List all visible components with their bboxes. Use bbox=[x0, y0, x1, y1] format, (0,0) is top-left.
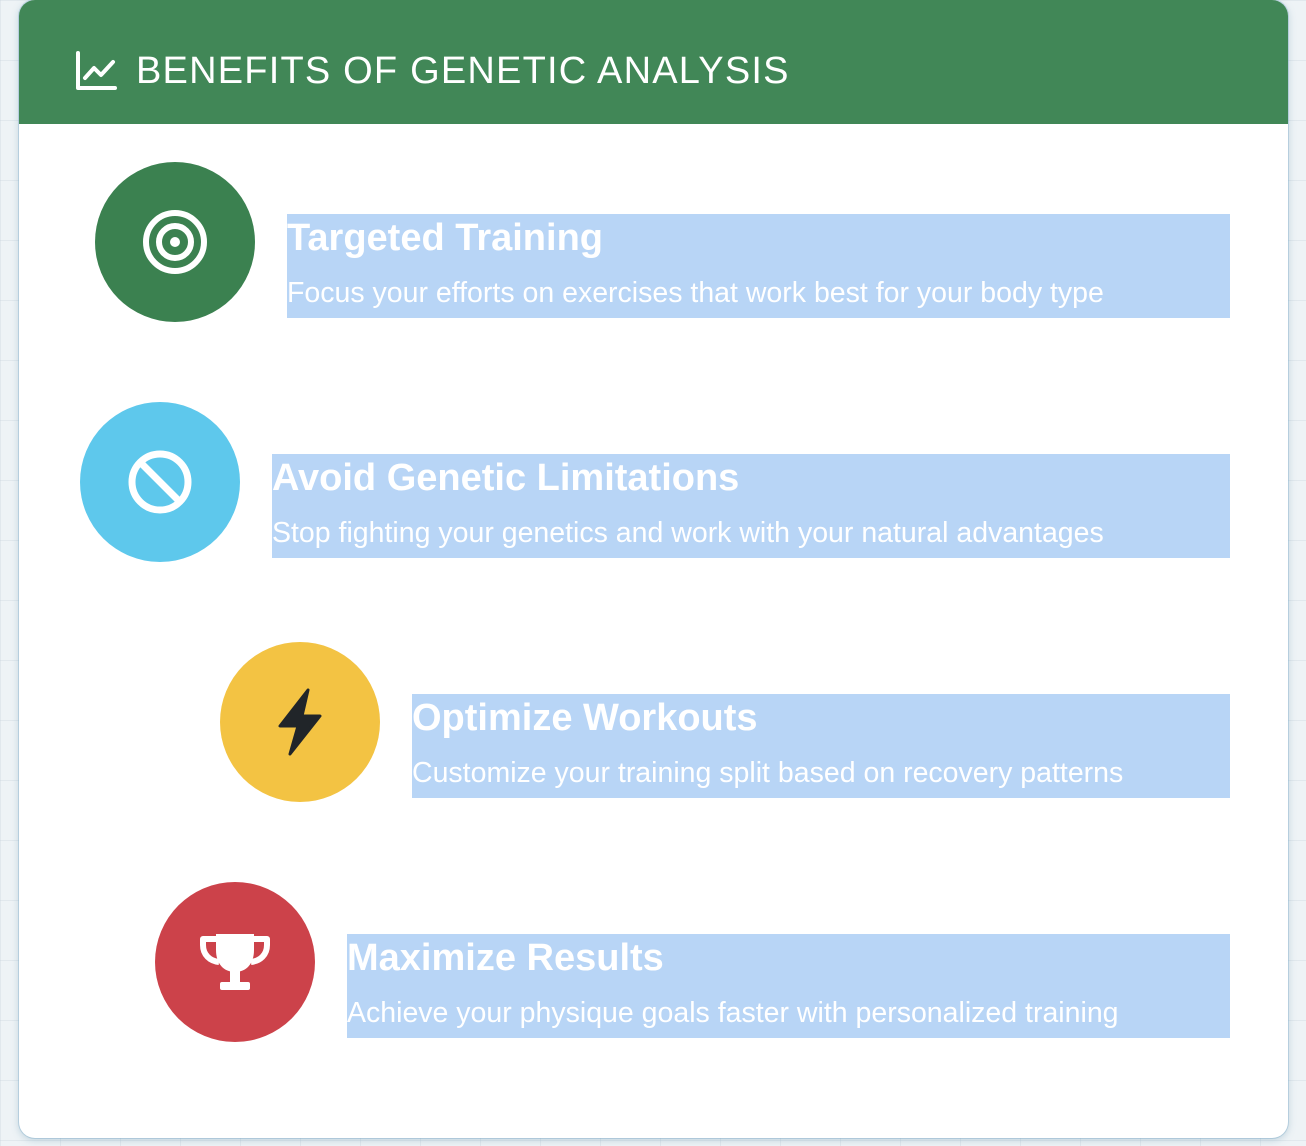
benefit-item: Avoid Genetic Limitations Stop fighting … bbox=[272, 454, 1230, 558]
trophy-badge bbox=[155, 882, 315, 1042]
benefit-title: Avoid Genetic Limitations bbox=[272, 457, 740, 499]
chart-line-icon bbox=[76, 51, 117, 90]
card-header: BENEFITS OF GENETIC ANALYSIS bbox=[19, 0, 1288, 124]
lightning-badge bbox=[220, 642, 380, 802]
benefit-description: Customize your training split based on r… bbox=[412, 757, 1124, 789]
benefit-title: Maximize Results bbox=[347, 937, 664, 979]
lightning-icon bbox=[278, 688, 322, 756]
benefit-description: Focus your efforts on exercises that wor… bbox=[287, 277, 1104, 309]
trophy-icon bbox=[200, 934, 270, 990]
benefit-item: Optimize Workouts Customize your trainin… bbox=[412, 694, 1230, 798]
ban-badge bbox=[80, 402, 240, 562]
benefit-description: Achieve your physique goals faster with … bbox=[347, 997, 1119, 1029]
ban-icon bbox=[128, 450, 192, 514]
benefit-title: Targeted Training bbox=[287, 217, 604, 259]
benefit-description: Stop fighting your genetics and work wit… bbox=[272, 517, 1104, 549]
benefits-card: BENEFITS OF GENETIC ANALYSIS Targeted Tr… bbox=[19, 0, 1288, 1138]
card-title: BENEFITS OF GENETIC ANALYSIS bbox=[136, 50, 790, 92]
target-badge bbox=[95, 162, 255, 322]
benefit-title: Optimize Workouts bbox=[412, 697, 758, 739]
target-icon bbox=[143, 210, 207, 274]
benefit-item: Targeted Training Focus your efforts on … bbox=[287, 214, 1230, 318]
benefit-item: Maximize Results Achieve your physique g… bbox=[347, 934, 1230, 1038]
